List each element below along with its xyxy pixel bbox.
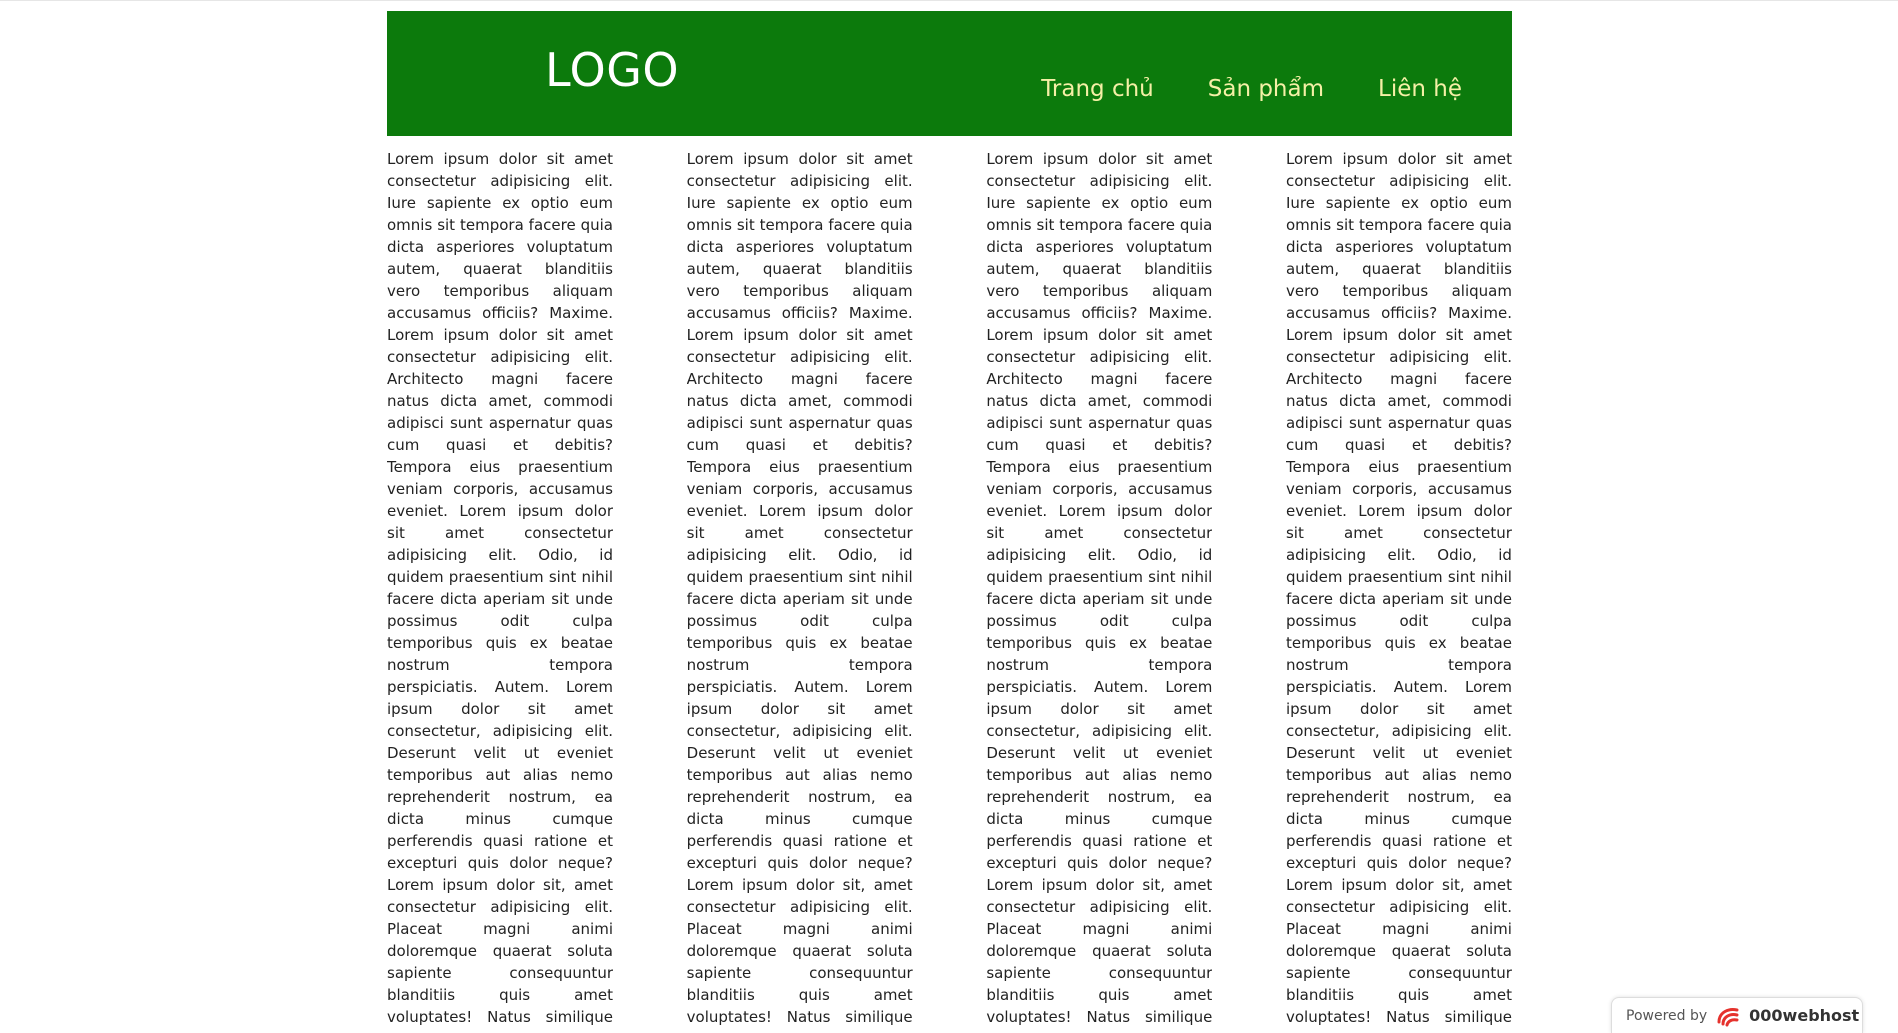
nav-item-products: Sản phẩm — [1208, 76, 1324, 102]
content-column-1: Lorem ipsum dolor sit amet consectetur a… — [387, 150, 613, 1026]
nav-link-products[interactable]: Sản phẩm — [1208, 76, 1324, 102]
powered-by-badge[interactable]: Powered by 000webhost — [1611, 997, 1863, 1033]
content-columns: Lorem ipsum dolor sit amet consectetur a… — [387, 148, 1512, 1027]
000webhost-logo-icon — [1715, 1004, 1741, 1028]
powered-by-label: Powered by — [1626, 1007, 1708, 1024]
top-border — [0, 0, 1898, 1]
nav-item-home: Trang chủ — [1041, 76, 1154, 102]
badge-brand-name: 000webhost — [1749, 1006, 1860, 1025]
content-column-4: Lorem ipsum dolor sit amet consectetur a… — [1285, 150, 1512, 1026]
nav-item-contact: Liên hệ — [1378, 76, 1462, 102]
content-column-3: Lorem ipsum dolor sit amet consectetur a… — [986, 150, 1213, 1026]
main-nav: Trang chủ Sản phẩm Liên hệ — [1041, 76, 1462, 102]
site-logo[interactable]: LOGO — [545, 47, 679, 93]
nav-link-contact[interactable]: Liên hệ — [1378, 76, 1462, 102]
content-column-2: Lorem ipsum dolor sit amet consectetur a… — [686, 150, 913, 1026]
page-container: LOGO Trang chủ Sản phẩm Liên hệ Lorem ip… — [387, 11, 1512, 1027]
nav-link-home[interactable]: Trang chủ — [1041, 76, 1154, 102]
site-header: LOGO Trang chủ Sản phẩm Liên hệ — [387, 11, 1512, 136]
